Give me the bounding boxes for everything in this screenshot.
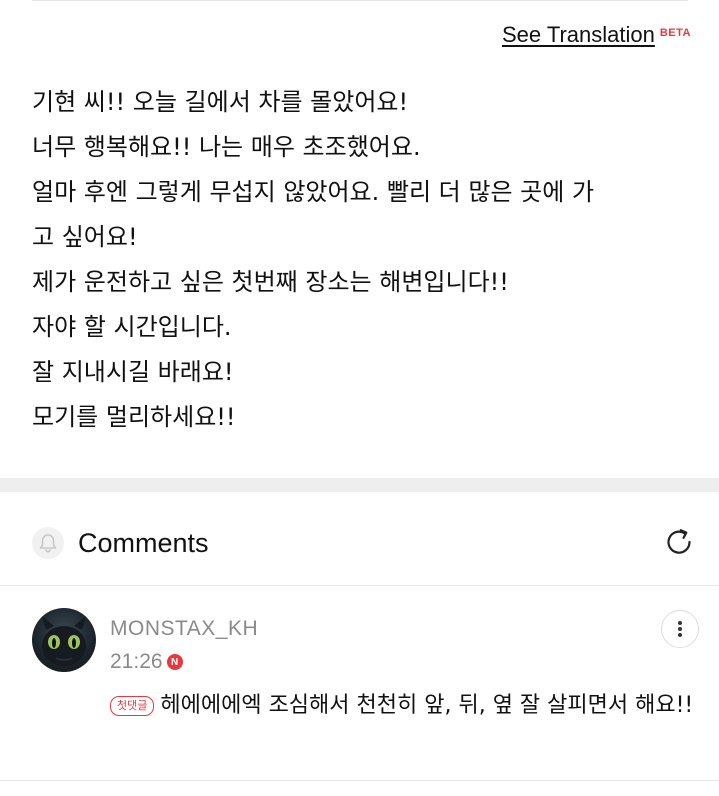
see-translation-link[interactable]: See Translation	[502, 22, 655, 48]
comments-title: Comments	[78, 528, 209, 558]
comment-author[interactable]: MONSTAX_KH	[110, 617, 258, 641]
comment-timestamp: 21:26	[110, 650, 163, 673]
post-text-line: 기현 씨!! 오늘 길에서 차를 몰았어요!	[32, 88, 409, 116]
post-body: 기현 씨!! 오늘 길에서 차를 몰았어요! 너무 행복해요!! 나는 매우 초…	[32, 80, 692, 440]
post-detail-page: See Translation BETA 기현 씨!! 오늘 길에서 차를 몰았…	[0, 0, 719, 796]
translation-row: See Translation BETA	[502, 22, 691, 48]
post-text-line: 잘 지내시길 바래요!	[32, 358, 234, 386]
post-text-line: 모기를 멀리하세요!!	[32, 403, 236, 431]
refresh-icon[interactable]	[661, 524, 697, 560]
comment-text: 헤에에에엑 조심해서 천천히 앞, 뒤, 옆 잘 살피면서 해요!!	[160, 693, 694, 718]
avatar[interactable]	[32, 608, 96, 672]
post-text-line: 고 싶어요!	[32, 223, 138, 251]
bell-icon[interactable]	[32, 527, 64, 559]
new-badge: N	[166, 654, 183, 670]
post-text-line: 제가 운전하고 싶은 첫번째 장소는 해변입니다!!	[32, 268, 509, 296]
comment-meta: 21:26 N	[110, 650, 183, 674]
beta-badge: BETA	[659, 27, 691, 39]
first-comment-badge: 첫댓글	[110, 696, 155, 716]
more-vertical-icon	[678, 621, 682, 637]
divider	[32, 0, 688, 1]
comment-item: MONSTAX_KH 21:26 N 첫댓글 헤에에에엑 조심해서 천천히 앞, …	[0, 586, 719, 781]
comment-body: 첫댓글 헤에에에엑 조심해서 천천히 앞, 뒤, 옆 잘 살피면서 해요!!	[110, 687, 700, 724]
divider	[0, 780, 719, 781]
post-text-line: 너무 행복해요!! 나는 매우 초조했어요.	[32, 133, 421, 161]
section-separator	[0, 478, 719, 492]
post-text-line: 자야 할 시간입니다.	[32, 313, 232, 341]
more-options-button[interactable]	[661, 610, 699, 648]
post-text-line: 얼마 후엔 그렇게 무섭지 않았어요. 빨리 더 많은 곳에 가	[32, 178, 595, 206]
comments-header: Comments	[0, 492, 719, 585]
